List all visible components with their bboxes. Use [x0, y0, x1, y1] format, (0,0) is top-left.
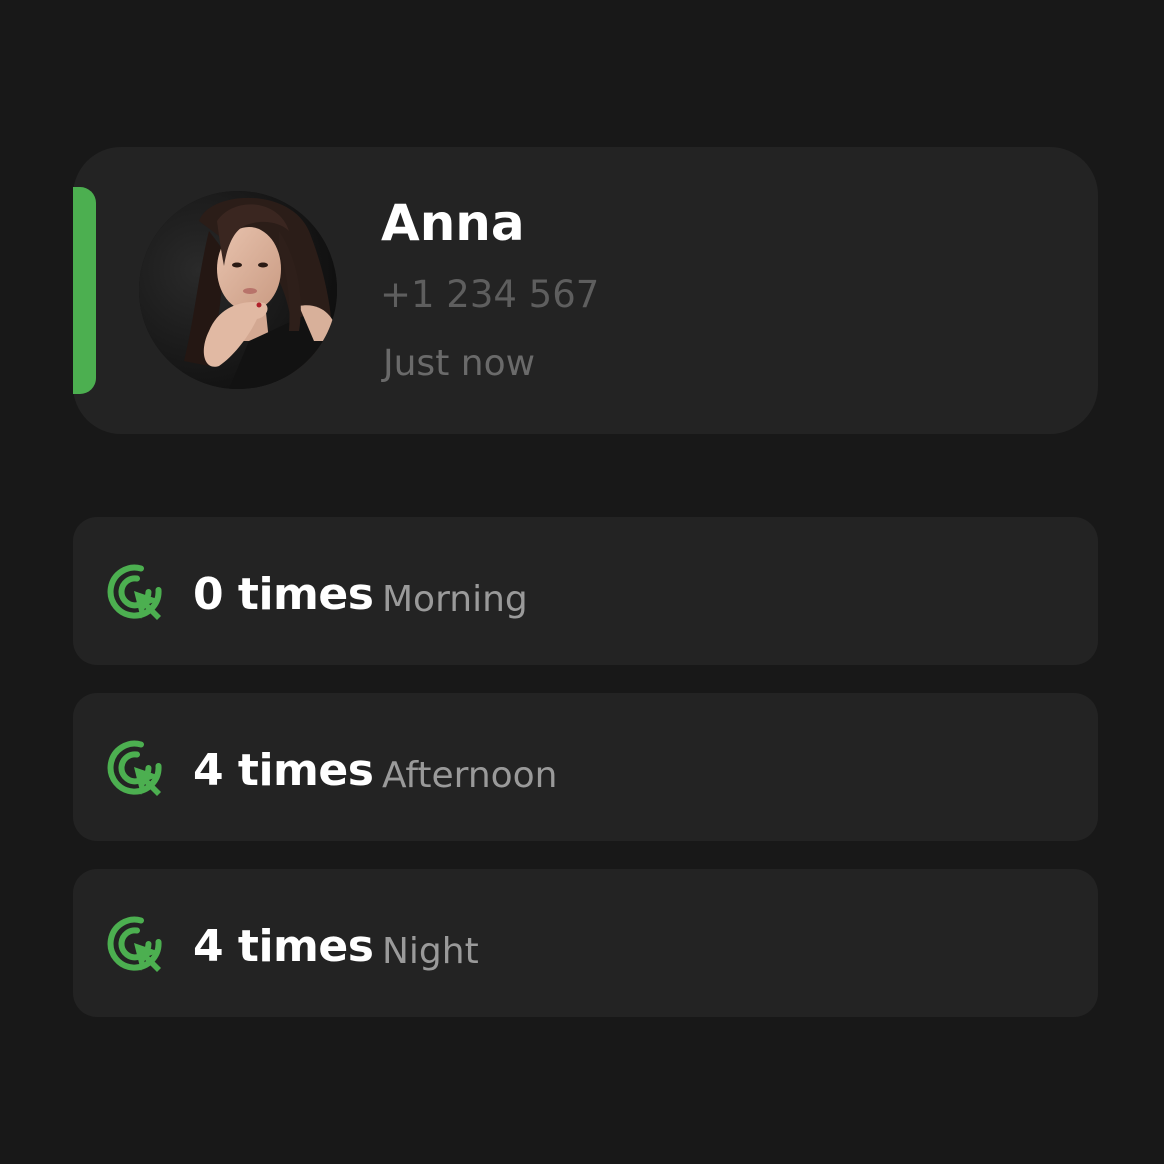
click-icon	[107, 740, 162, 796]
stat-count: 4 times	[193, 921, 374, 972]
stat-row-afternoon[interactable]: 4 times Afternoon	[73, 693, 1098, 841]
active-indicator	[73, 187, 96, 394]
stat-period: Afternoon	[382, 755, 558, 796]
stat-count: 4 times	[193, 745, 374, 796]
click-icon	[107, 916, 162, 972]
stat-count: 0 times	[193, 569, 374, 620]
avatar-photo	[139, 191, 337, 389]
stat-row-night[interactable]: 4 times Night	[73, 869, 1098, 1017]
contact-phone: +1 234 567	[380, 273, 600, 316]
stat-period: Morning	[382, 579, 528, 620]
avatar[interactable]	[139, 191, 337, 389]
contact-name: Anna	[381, 194, 525, 252]
last-seen: Just now	[383, 343, 536, 384]
stat-period: Night	[382, 931, 479, 972]
stat-row-morning[interactable]: 0 times Morning	[73, 517, 1098, 665]
click-icon	[107, 564, 162, 620]
